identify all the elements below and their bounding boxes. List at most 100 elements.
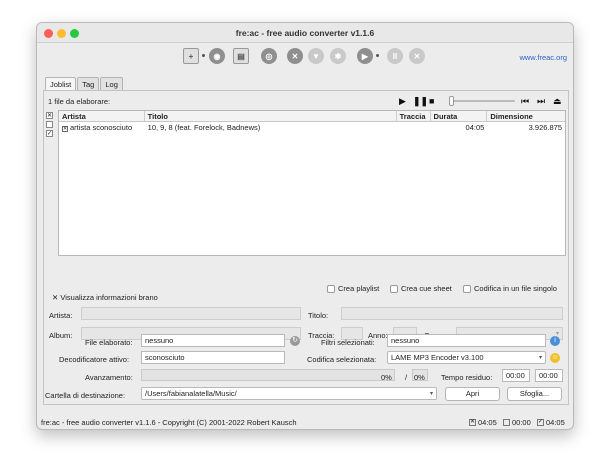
column-size[interactable]: Dimensione	[487, 111, 565, 121]
show-info-toggle[interactable]: ✕ Visualizza informazioni brano	[52, 293, 158, 302]
row-title: 10, 9, 8 (feat. Forelock, Badnews)	[147, 123, 261, 132]
seek-slider-knob[interactable]	[449, 96, 454, 106]
total-time-icon: ✕	[469, 419, 476, 426]
codec-select[interactable]: LAME MP3 Encoder v3.100 ▾	[387, 351, 546, 364]
row-checkbox[interactable]: ✕	[62, 126, 68, 132]
previous-track-icon[interactable]: ⏮	[521, 95, 529, 107]
checked-time-item: ✓ 04:05	[537, 418, 565, 427]
create-playlist-checkbox[interactable]	[327, 284, 335, 293]
create-playlist-option[interactable]: Crea playlist	[327, 284, 379, 293]
title-field[interactable]	[341, 307, 563, 320]
processed-file-label: File elaborato:	[85, 338, 133, 347]
pause-icon[interactable]: II	[387, 48, 403, 64]
info-toggle-label: Visualizza informazioni brano	[60, 293, 158, 302]
single-file-option[interactable]: Codifica in un file singolo	[463, 284, 557, 293]
checked-time: 04:05	[546, 418, 565, 427]
row-track	[397, 122, 431, 133]
filters-field: nessuno	[387, 334, 546, 347]
row-artist: artista sconosciuto	[70, 123, 133, 132]
dropdown-dot-icon[interactable]	[376, 54, 379, 57]
create-cue-label: Crea cue sheet	[401, 284, 452, 293]
checked-time-icon: ✓	[537, 419, 544, 426]
joblist-table[interactable]: Artista Titolo Traccia Durata Dimensione…	[58, 110, 566, 256]
title-bar: fre:ac - free audio converter v1.1.6	[37, 23, 573, 43]
stop-icon[interactable]: ■	[429, 95, 434, 107]
browse-button[interactable]: Sfoglia...	[507, 387, 562, 401]
selected-time: 00:00	[512, 418, 531, 427]
progress-label: Avanzamento:	[85, 373, 133, 382]
player-controls: ▶ ❚❚ ■ ⏮ ⏭ ⏏	[399, 95, 565, 107]
single-file-label: Codifica in un file singolo	[474, 284, 557, 293]
select-all-checkbox[interactable]: ✕	[46, 112, 53, 119]
destination-label: Cartella di destinazione:	[45, 391, 126, 400]
total-time-item: ✕ 04:05	[469, 418, 497, 427]
toggle-selection-checkbox[interactable]: ✓	[46, 130, 53, 137]
tab-log[interactable]: Log	[100, 77, 123, 91]
settings-icon[interactable]: ✱	[330, 48, 346, 64]
remove-icon[interactable]: ✕	[287, 48, 303, 64]
total-time: 04:05	[478, 418, 497, 427]
artist-field[interactable]	[81, 307, 301, 320]
table-row[interactable]: ✕ artista sconosciuto 10, 9, 8 (feat. For…	[59, 122, 565, 133]
row-artist-cell: ✕ artista sconosciuto	[59, 122, 145, 133]
decoder-field: sconosciuto	[141, 351, 285, 364]
column-artist[interactable]: Artista	[59, 111, 145, 121]
stop-icon[interactable]: ✕	[409, 48, 425, 64]
progress-percent-b: 0%	[414, 373, 425, 382]
artist-label: Artista:	[49, 311, 73, 320]
dropdown-dot-icon[interactable]	[202, 54, 205, 57]
open-button[interactable]: Apri	[445, 387, 500, 401]
column-title[interactable]: Titolo	[145, 111, 397, 121]
table-header: Artista Titolo Traccia Durata Dimensione	[59, 111, 565, 122]
row-size: 3.926.875	[528, 123, 563, 132]
codec-value: LAME MP3 Encoder v3.100	[391, 353, 484, 362]
album-label: Album:	[49, 331, 73, 340]
play-icon[interactable]: ▶	[357, 48, 373, 64]
progress-bar	[141, 369, 395, 381]
create-playlist-label: Crea playlist	[338, 284, 380, 293]
files-status: 1 file da elaborare:	[48, 97, 111, 106]
window-title: fre:ac - free audio converter v1.1.6	[235, 28, 375, 38]
tab-joblist[interactable]: Joblist	[45, 77, 77, 91]
selected-time-item: 00:00	[503, 418, 531, 427]
destination-select[interactable]: /Users/fabianalatella/Music/ ▾	[141, 387, 437, 400]
chevron-down-icon: ▾	[429, 391, 433, 397]
cddb-icon[interactable]: ◎	[261, 48, 277, 64]
refresh-icon[interactable]: ↻	[290, 336, 300, 346]
info-icon[interactable]: i	[550, 336, 560, 346]
codec-label: Codifica selezionata:	[307, 355, 377, 364]
create-cue-checkbox[interactable]	[390, 284, 398, 293]
single-file-checkbox[interactable]	[463, 284, 471, 293]
selection-checks: ✕ ✓	[46, 112, 56, 139]
time-remaining-label: Tempo residuo:	[441, 373, 493, 382]
tab-bar: Joblist Tag Log	[45, 77, 124, 91]
create-cue-option[interactable]: Crea cue sheet	[390, 284, 452, 293]
column-track[interactable]: Traccia	[397, 111, 431, 121]
row-duration: 04:05	[465, 123, 485, 132]
title-label: Titolo:	[308, 311, 329, 320]
toolbar: + ◉ ▤ ◎ ✕ ▼ ✱ ▶ II ✕ www.freac.org	[37, 44, 573, 68]
tab-tag[interactable]: Tag	[77, 77, 100, 91]
select-none-checkbox[interactable]	[46, 121, 53, 128]
seek-slider[interactable]	[451, 100, 515, 102]
pause-icon[interactable]: ❚❚	[413, 95, 428, 107]
column-duration[interactable]: Durata	[431, 111, 488, 121]
play-icon[interactable]: ▶	[399, 95, 406, 107]
eject-icon[interactable]: ⏏	[553, 95, 562, 107]
add-files-icon[interactable]: +	[183, 48, 199, 64]
chevron-down-icon: ▾	[538, 355, 542, 361]
disc-icon[interactable]: ◉	[209, 48, 225, 64]
website-link[interactable]: www.freac.org	[519, 53, 567, 62]
filter-icon[interactable]: ▼	[308, 48, 324, 64]
next-track-icon[interactable]: ⏭	[537, 95, 545, 107]
progress-percent-a: 0%	[381, 373, 392, 382]
selected-time-icon	[503, 419, 510, 426]
progress-separator: /	[405, 373, 408, 382]
file-icon[interactable]: ▤	[233, 48, 249, 64]
processed-file-field: nessuno	[141, 334, 285, 347]
decoder-label: Decodificatore attivo:	[59, 355, 130, 364]
destination-value: /Users/fabianalatella/Music/	[145, 389, 237, 398]
copyright-text: fre:ac - free audio converter v1.1.6 - C…	[41, 418, 297, 427]
codec-settings-icon[interactable]: ☺	[550, 353, 560, 363]
time-remaining-b: 00:00	[535, 369, 563, 382]
